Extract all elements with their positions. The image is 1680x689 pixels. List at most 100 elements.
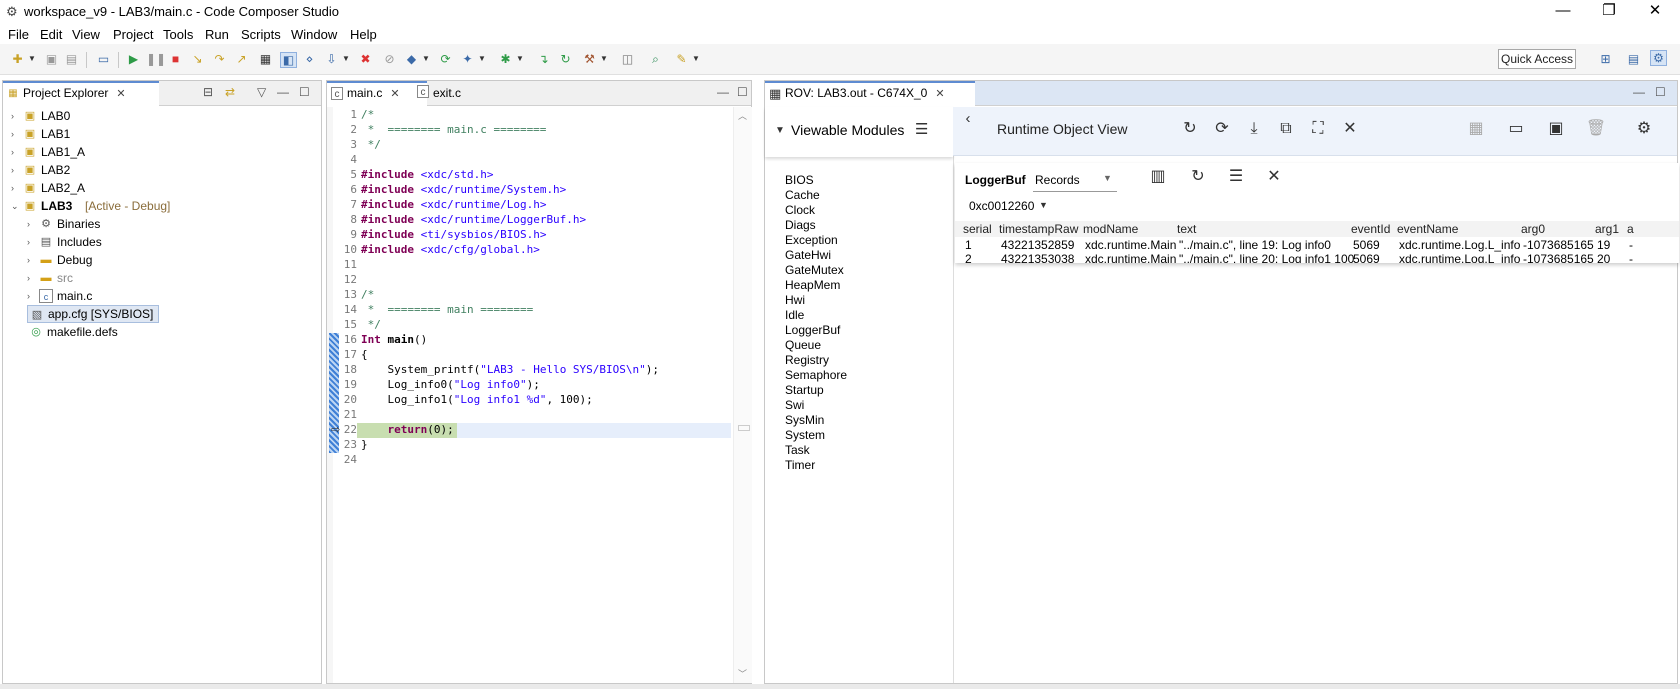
module-item-clock[interactable]: Clock (785, 203, 815, 217)
maximize-view-icon[interactable]: ☐ (299, 85, 310, 99)
menu-help[interactable]: Help (350, 27, 377, 42)
dashboard-icon[interactable]: ▦ (1465, 119, 1487, 139)
close-icon[interactable]: ✕ (1263, 167, 1285, 187)
module-item-hwi[interactable]: Hwi (785, 293, 805, 307)
auto-refresh-icon[interactable]: ⟳ (1211, 119, 1233, 139)
column-header-a[interactable]: a (1627, 221, 1634, 237)
module-item-cache[interactable]: Cache (785, 188, 820, 202)
minimize-button[interactable]: — (1540, 0, 1586, 24)
search-icon[interactable]: ⌕ (648, 52, 663, 66)
module-item-gatehwi[interactable]: GateHwi (785, 248, 831, 262)
column-header-serial[interactable]: serial (963, 221, 992, 237)
close-window-button[interactable]: ✕ (1632, 0, 1678, 24)
new-dropdown-icon[interactable]: ▼ (28, 52, 36, 66)
tab-rov[interactable]: ▦ ROV: LAB3.out - C674X_0 ✕ (765, 81, 975, 106)
view-menu-icon[interactable]: ▽ (257, 85, 266, 99)
load-program-icon[interactable]: ⇩ (324, 52, 339, 66)
module-item-queue[interactable]: Queue (785, 338, 821, 352)
menu-window[interactable]: Window (291, 27, 337, 42)
menu-tools[interactable]: Tools (163, 27, 193, 42)
tab-project-explorer[interactable]: ▦ Project Explorer ✕ (3, 81, 159, 106)
view-select[interactable]: Records ▼ (1033, 167, 1117, 192)
module-item-exception[interactable]: Exception (785, 233, 838, 247)
resume-icon[interactable]: ▶ (126, 52, 141, 66)
tab-main-c[interactable]: c main.c ✕ (327, 81, 427, 106)
step-over-icon[interactable]: ↷ (212, 52, 227, 66)
delete-icon[interactable]: 🗑 (1585, 119, 1607, 139)
viewable-modules-title[interactable]: Viewable Modules (791, 122, 904, 138)
memory-icon[interactable]: ◧ (280, 52, 297, 68)
folder-open-icon[interactable]: ▭ (1505, 119, 1527, 139)
ccs-debug-perspective-icon[interactable]: ⚙ (1650, 50, 1667, 66)
close-icon[interactable]: ✕ (116, 88, 125, 100)
restore-button[interactable]: ❐ (1586, 0, 1632, 24)
step-over-asm-icon[interactable]: ↻ (558, 52, 573, 66)
filter-icon[interactable]: ☰ (915, 120, 928, 138)
bug-icon[interactable]: ✱ (498, 52, 513, 66)
download-icon[interactable]: ⤓ (1243, 119, 1265, 139)
column-header-eventname[interactable]: eventName (1397, 221, 1458, 237)
save-all-icon[interactable]: ▤ (64, 52, 79, 66)
flash-dropdown-icon[interactable]: ▼ (422, 52, 430, 66)
module-item-loggerbuf[interactable]: LoggerBuf (785, 323, 840, 337)
build-dropdown-icon[interactable]: ▼ (600, 52, 608, 66)
step-into-icon[interactable]: ↘ (190, 52, 205, 66)
menu-icon[interactable]: ☰ (1225, 167, 1247, 187)
module-item-semaphore[interactable]: Semaphore (785, 368, 847, 382)
back-chevron-icon[interactable]: ‹ (957, 109, 979, 129)
module-item-sysmin[interactable]: SysMin (785, 413, 824, 427)
minimize-view-icon[interactable]: — (717, 85, 729, 99)
caret-down-icon[interactable]: ▼ (775, 125, 785, 136)
settings-gear-icon[interactable]: ⚙ (1633, 119, 1655, 139)
close-icon[interactable]: ✕ (935, 88, 944, 100)
remove-breakpoints-icon[interactable]: ✖ (358, 52, 373, 66)
tab-exit-c[interactable]: c exit.c (413, 81, 503, 105)
module-item-startup[interactable]: Startup (785, 383, 824, 397)
build-hammer-icon[interactable]: ⚒ (582, 52, 597, 66)
close-icon[interactable]: ✕ (390, 88, 399, 100)
load-dropdown-icon[interactable]: ▼ (342, 52, 350, 66)
ccs-edit-perspective-icon[interactable]: ▤ (1626, 52, 1641, 66)
open-perspective-icon[interactable]: ⊞ (1598, 52, 1613, 66)
column-header-text[interactable]: text (1177, 221, 1196, 237)
bug-dropdown-icon[interactable]: ▼ (516, 52, 524, 66)
menu-scripts[interactable]: Scripts (241, 27, 281, 42)
grid-icon[interactable]: ▦ (258, 52, 273, 66)
columns-icon[interactable]: ▥ (1147, 167, 1169, 187)
column-header-timestampraw[interactable]: timestampRaw (999, 221, 1078, 237)
flash-icon[interactable]: ◆ (404, 52, 419, 66)
step-return-icon[interactable]: ↗ (234, 52, 249, 66)
module-item-swi[interactable]: Swi (785, 398, 804, 412)
caret-down-icon[interactable]: ▼ (1039, 200, 1048, 210)
new-icon[interactable]: ✚ (10, 52, 25, 66)
disable-breakpoints-icon[interactable]: ⊘ (382, 52, 397, 66)
terminate-icon[interactable]: ■ (168, 52, 183, 66)
copy-icon[interactable]: ⧉ (1275, 119, 1297, 139)
chevron-down-icon[interactable]: ﹀ (738, 667, 747, 680)
pin-icon[interactable]: ✎ (674, 52, 689, 66)
module-item-task[interactable]: Task (785, 443, 810, 457)
column-header-eventid[interactable]: eventId (1351, 221, 1390, 237)
save-icon[interactable]: ▣ (44, 52, 59, 66)
close-icon[interactable]: ✕ (1339, 119, 1361, 139)
pin-dropdown-icon[interactable]: ▼ (692, 52, 700, 66)
minimize-view-icon[interactable]: — (1633, 85, 1645, 99)
save-icon[interactable]: ▣ (1545, 119, 1567, 139)
module-item-heapmem[interactable]: HeapMem (785, 278, 840, 292)
debug-dropdown-icon[interactable]: ▼ (478, 52, 486, 66)
module-item-registry[interactable]: Registry (785, 353, 829, 367)
window-icon[interactable]: ◫ (620, 52, 635, 66)
column-header-arg1[interactable]: arg1 (1595, 221, 1619, 237)
module-item-system[interactable]: System (785, 428, 825, 442)
debug-config-icon[interactable]: ✦ (460, 52, 475, 66)
column-header-modname[interactable]: modName (1083, 221, 1138, 237)
chevron-up-icon[interactable]: ︿ (738, 109, 747, 122)
link-editor-icon[interactable]: ⇄ (225, 85, 235, 99)
maximize-view-icon[interactable]: ☐ (737, 85, 748, 99)
module-item-gatemutex[interactable]: GateMutex (785, 263, 844, 277)
refresh-icon[interactable]: ↻ (1187, 167, 1209, 187)
menu-view[interactable]: View (72, 27, 100, 42)
menu-project[interactable]: Project (113, 27, 153, 42)
collapse-all-icon[interactable]: ⊟ (203, 85, 213, 99)
menu-edit[interactable]: Edit (40, 27, 62, 42)
